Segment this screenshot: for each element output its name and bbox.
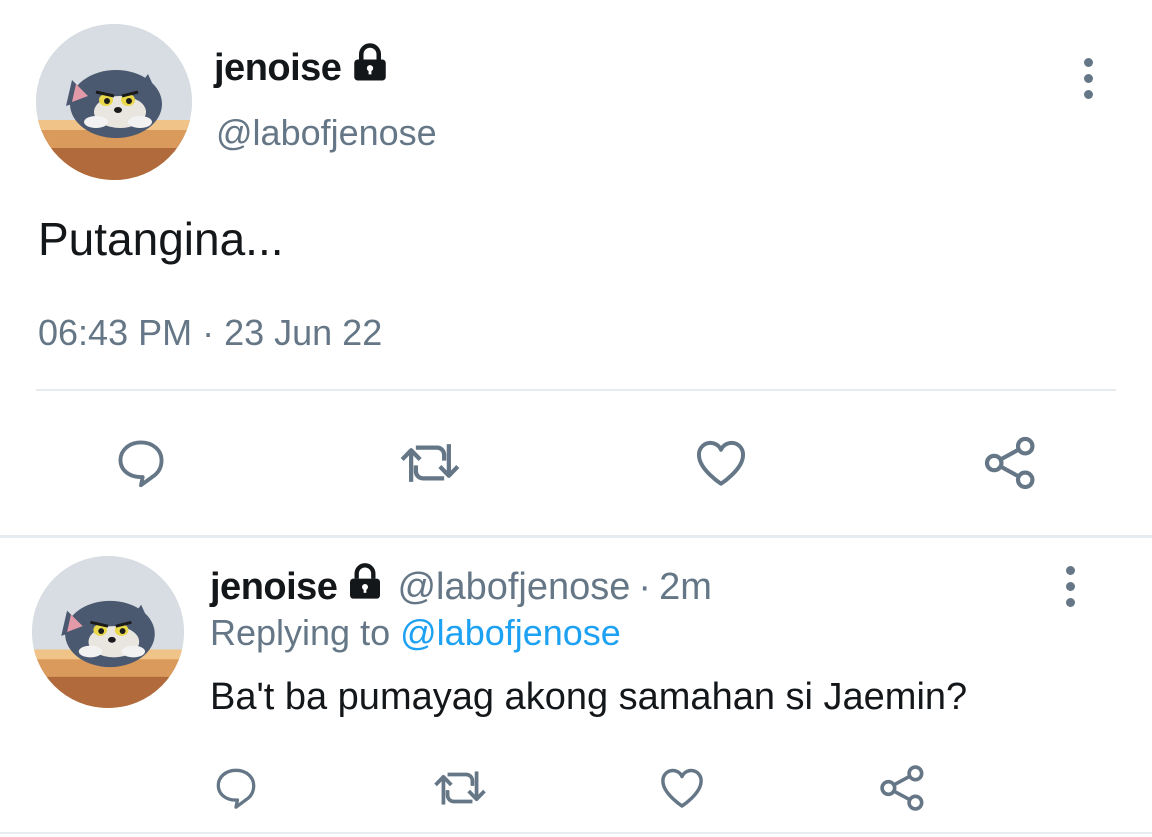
reply-icon — [118, 440, 164, 488]
divider — [0, 535, 1152, 538]
retweet-button[interactable] — [428, 760, 492, 816]
reply-icon — [216, 768, 256, 809]
like-icon — [661, 768, 703, 808]
share-icon — [984, 436, 1035, 490]
reply-header: jenoise @labofjenose · 2m — [210, 562, 712, 612]
share-button[interactable] — [874, 760, 932, 816]
divider — [36, 389, 1116, 391]
tweet-age[interactable]: 2m — [659, 566, 712, 609]
like-button[interactable] — [654, 760, 710, 816]
display-name-text: jenoise — [214, 46, 342, 89]
like-icon — [696, 440, 746, 486]
replying-to-label: Replying to — [210, 612, 391, 653]
reply-button[interactable] — [108, 430, 174, 496]
lock-icon — [345, 562, 385, 612]
like-button[interactable] — [688, 430, 754, 496]
tweet-timestamp[interactable]: 06:43 PM · 23 Jun 22 — [38, 312, 382, 354]
handle[interactable]: @labofjenose — [216, 112, 437, 154]
replying-to: Replying to @labofjenose — [210, 612, 621, 654]
reply-button[interactable] — [208, 760, 264, 816]
share-icon — [880, 765, 924, 811]
more-options-icon[interactable] — [1078, 58, 1098, 99]
tweet-text: Ba't ba pumayag akong samahan si Jaemin? — [210, 676, 968, 718]
replying-to-link[interactable]: @labofjenose — [400, 612, 621, 653]
share-button[interactable] — [976, 430, 1046, 496]
lock-icon — [349, 42, 391, 94]
retweet-icon — [434, 771, 486, 805]
divider — [0, 832, 1152, 834]
avatar[interactable] — [32, 556, 184, 708]
retweet-icon — [400, 444, 460, 482]
handle[interactable]: @labofjenose — [397, 566, 630, 609]
retweet-button[interactable] — [394, 430, 466, 496]
display-name[interactable]: jenoise — [214, 42, 391, 94]
more-options-icon[interactable] — [1060, 566, 1080, 607]
tweet-text: Putangina... — [38, 213, 284, 265]
display-name[interactable]: jenoise — [210, 566, 338, 609]
separator: · — [638, 565, 652, 608]
avatar[interactable] — [36, 24, 192, 180]
